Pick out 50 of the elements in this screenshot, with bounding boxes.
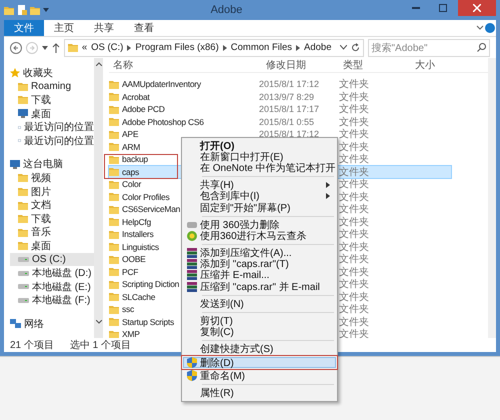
file-name: ssc [122, 304, 134, 314]
type-cell-text: 文件夹 [339, 152, 369, 166]
type-cell-text: 文件夹 [339, 140, 369, 154]
file-name: Installers [122, 229, 154, 240]
status-text: 选中 1 个项目 [70, 338, 132, 352]
type-cell-text: 文件夹 [339, 166, 369, 178]
type-cell-text: 文件夹 [339, 190, 369, 204]
type-cell-text: 文件夹 [339, 102, 369, 116]
date-cell: 2015/8/1 17:12 [259, 79, 320, 90]
file-name: CS6ServiceMan [122, 204, 180, 214]
type-cell-text: 文件夹 [339, 216, 369, 228]
type-cell-text: 文件夹 [339, 316, 369, 328]
file-name: SLCache [122, 292, 156, 302]
file-name: XMP [122, 329, 140, 340]
status-text: 21 个项目 [10, 339, 54, 352]
file-name: Scripting Diction [122, 279, 180, 290]
type-cell-text: 文件夹 [339, 228, 369, 242]
type-cell-text: 文件夹 [339, 302, 369, 316]
type-cell-text: 文件夹 [339, 266, 369, 278]
type-cell-text: 文件夹 [339, 178, 369, 192]
date-cell: 2015/8/1 0:55 [259, 116, 314, 127]
file-name: caps [122, 166, 139, 177]
type-cell-text: 文件夹 [339, 116, 369, 128]
type-cell-text: 文件夹 [339, 202, 369, 216]
file-name: backup [122, 154, 148, 164]
type-cell-text: 文件夹 [339, 278, 369, 292]
file-name: Color Profiles [122, 192, 170, 202]
file-name: HelpCfg [122, 216, 151, 227]
date-cell: 2015/8/1 17:12 [259, 129, 320, 140]
file-name: Startup Scripts [122, 316, 174, 327]
type-cell-text: 文件夹 [339, 252, 369, 266]
file-name: Color [122, 179, 142, 190]
window-title: Adobe [210, 4, 244, 16]
file-name: ARM [122, 142, 140, 152]
date-cell: 2013/9/7 8:29 [259, 92, 314, 102]
type-cell-text: 文件夹 [339, 240, 369, 254]
type-cell-text: 文件夹 [339, 78, 369, 92]
file-name: Adobe Photoshop CS6 [122, 116, 204, 127]
file-name: APE [122, 129, 138, 140]
type-cell-text: 文件夹 [339, 290, 369, 304]
file-name: OOBE [122, 254, 146, 264]
type-cell-text: 文件夹 [339, 128, 369, 142]
file-name: Adobe PCD [122, 104, 165, 114]
file-name: Acrobat [122, 92, 150, 102]
file-name: AAMUpdaterInventory [122, 79, 201, 90]
type-cell-text: 文件夹 [339, 328, 369, 342]
file-name: Linguistics [122, 242, 159, 252]
file-name: PCF [122, 266, 138, 277]
type-cell-text: 文件夹 [339, 90, 369, 104]
date-cell: 2015/8/1 17:17 [259, 104, 320, 114]
